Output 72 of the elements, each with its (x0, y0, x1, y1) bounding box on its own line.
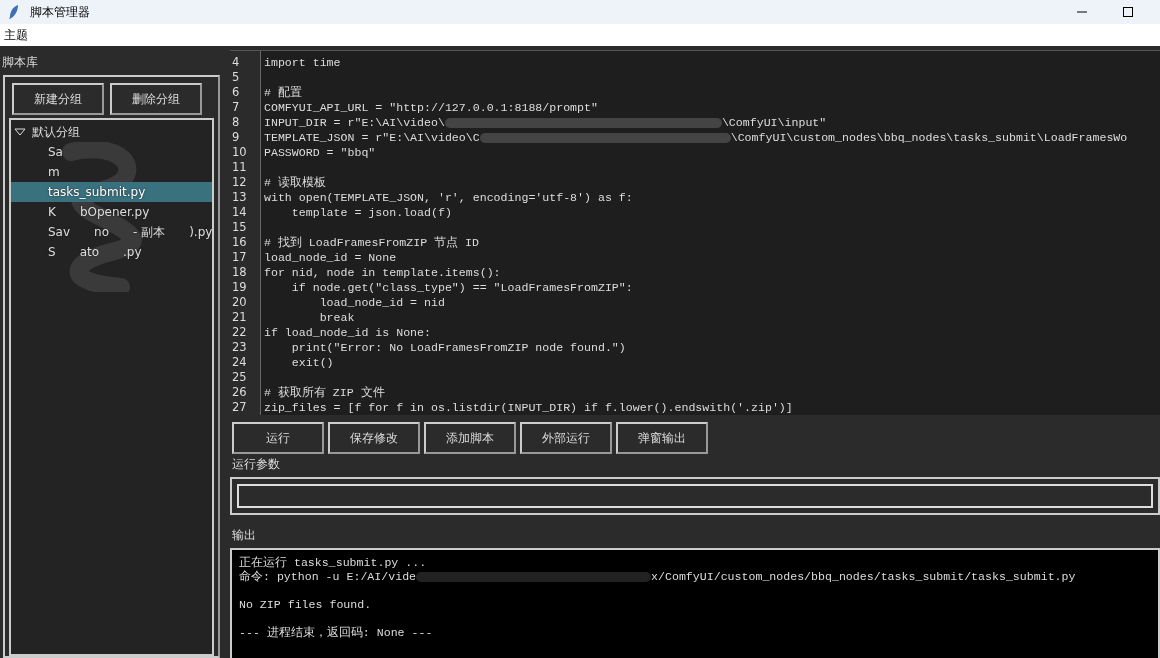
tree-item[interactable]: Sa (11, 142, 212, 162)
line-number: 4 (231, 55, 241, 70)
output-label: 输出 (231, 527, 257, 544)
code-line: zip_files = [f for f in os.listdir(INPUT_DIR) if f.lower().endswith('.zip')] (264, 401, 793, 414)
code-line: template = json.load(f) (290, 206, 452, 219)
line-number: 16 (231, 235, 248, 250)
line-number: 8 (231, 115, 241, 130)
line-number: 22 (231, 325, 248, 340)
tree-item[interactable]: K bOpener.py (11, 202, 212, 222)
group-button[interactable]: 新建分组 (12, 83, 104, 115)
code-line: INPUT_DIR = r"E:\AI\video\ \ComfyUI\input" (264, 116, 827, 129)
args-label: 运行参数 (231, 456, 281, 473)
line-number: 12 (231, 175, 248, 190)
output-line: 命令: python -u E:/AI/vide x/ComfyUI/custom_nodes/bbq_nodes/tasks_submit/tasks_submit.py (239, 570, 1076, 583)
tree-item[interactable]: S ato .py (11, 242, 212, 262)
code-line: COMFYUI_API_URL = "http://127.0.0.1:8188/prompt" (264, 101, 598, 114)
line-number: 14 (231, 205, 248, 220)
line-number: 24 (231, 355, 248, 370)
tree-group[interactable]: 默认分组 (11, 122, 212, 142)
code-line: break (318, 311, 355, 324)
code-line: # 配置 (264, 86, 302, 99)
line-number: 17 (231, 250, 248, 265)
line-number: 23 (231, 340, 248, 355)
maximize-icon[interactable] (1122, 6, 1134, 18)
feather-icon (8, 4, 20, 20)
action-button[interactable]: 弹窗输出 (616, 422, 708, 454)
code-line: print("Error: No LoadFramesFromZIP node found.") (290, 341, 626, 354)
code-line: # 获取所有 ZIP 文件 (264, 386, 385, 399)
code-line: PASSWORD = "bbq" (264, 146, 376, 159)
code-line: if node.get("class_type") == "LoadFramesFromZIP": (290, 281, 633, 294)
code-line: with open(TEMPLATE_JSON, 'r', encoding='utf-8') as f: (264, 191, 633, 204)
line-number: 27 (231, 400, 248, 415)
expand-triangle-icon[interactable] (14, 128, 26, 136)
group-button[interactable]: 删除分组 (110, 83, 202, 115)
line-number: 7 (231, 100, 241, 115)
action-button[interactable]: 外部运行 (520, 422, 612, 454)
line-number: 10 (231, 145, 248, 160)
code-line: # 读取模板 (264, 176, 326, 189)
tree-item[interactable]: m (11, 162, 212, 182)
line-number: 21 (231, 310, 248, 325)
code-line: # 找到 LoadFramesFromZIP 节点 ID (264, 236, 479, 249)
code-line: for nid, node in template.items(): (264, 266, 501, 279)
line-number: 20 (231, 295, 248, 310)
line-number: 26 (231, 385, 248, 400)
line-number: 19 (231, 280, 248, 295)
code-line: TEMPLATE_JSON = r"E:\AI\video\C \ComfyUI\custom_nodes\bbq_nodes\tasks_submit\LoadFramesWo (264, 131, 1128, 144)
line-number: 9 (231, 130, 241, 145)
library-label: 脚本库 (1, 54, 39, 71)
line-number: 18 (231, 265, 248, 280)
output-line: --- 进程结束，返回码: None --- (239, 626, 433, 639)
action-button[interactable]: 运行 (232, 422, 324, 454)
args-field[interactable] (237, 484, 1153, 508)
line-number: 13 (231, 190, 248, 205)
line-number: 5 (231, 70, 241, 85)
code-editor[interactable] (230, 50, 1160, 415)
line-number: 6 (231, 85, 241, 100)
code-line: exit() (290, 356, 334, 369)
line-number: 11 (231, 160, 248, 175)
line-number: 25 (231, 370, 248, 385)
code-line: if load_node_id is None: (264, 326, 431, 339)
code-line: load_node_id = nid (318, 296, 445, 309)
tree-item[interactable]: Sav no - 副本 ).py (11, 222, 212, 242)
line-number: 15 (231, 220, 248, 235)
action-button[interactable]: 保存修改 (328, 422, 420, 454)
menu-item[interactable]: 主题 (4, 26, 28, 44)
code-line: load_node_id = None (264, 251, 397, 264)
output-line: 正在运行 tasks_submit.py ... (239, 556, 427, 569)
tree-item[interactable]: tasks_submit.py (11, 182, 212, 202)
action-button[interactable]: 添加脚本 (424, 422, 516, 454)
window-title: 脚本管理器 (30, 3, 90, 21)
code-line: import time (264, 56, 341, 69)
output-line: No ZIP files found. (239, 598, 372, 611)
